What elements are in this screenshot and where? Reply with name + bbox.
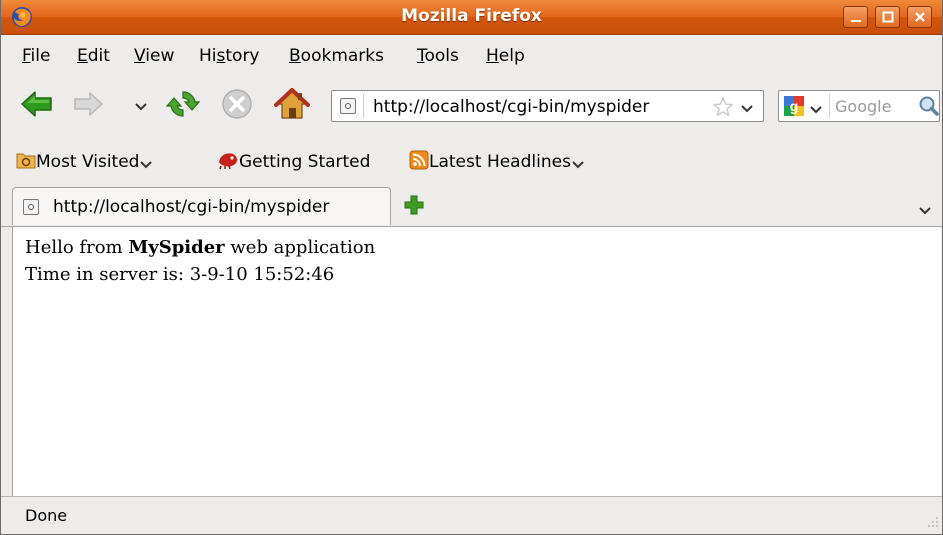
menu-tools[interactable]: Tools — [417, 46, 459, 66]
chevron-down-icon — [572, 161, 584, 169]
url-separator — [363, 94, 364, 118]
url-dropdown-button[interactable] — [740, 99, 754, 118]
menu-bookmarks[interactable]: Bookmarks — [289, 46, 384, 66]
google-g-icon: g — [784, 96, 804, 116]
server-time-text: Time in server is: 3-9-10 15:52:46 — [25, 264, 335, 285]
back-button[interactable] — [19, 87, 55, 125]
minimize-icon — [850, 20, 861, 22]
greeting-text: Hello from MySpider web application — [25, 237, 376, 258]
url-bar[interactable]: http://localhost/cgi-bin/myspider — [331, 90, 764, 122]
stop-button[interactable] — [220, 87, 254, 125]
tab-myspider[interactable]: http://localhost/cgi-bin/myspider — [12, 187, 391, 225]
search-input[interactable]: Google — [835, 97, 891, 116]
title-bar[interactable]: Mozilla Firefox — [1, 0, 942, 35]
menu-view[interactable]: View — [134, 46, 174, 66]
menu-history[interactable]: History — [199, 46, 260, 66]
chevron-down-icon — [741, 105, 753, 113]
chevron-down-icon — [140, 161, 153, 169]
svg-text:g: g — [790, 98, 799, 114]
chevron-down-icon — [919, 207, 931, 215]
bookmark-star-button[interactable] — [712, 96, 734, 122]
reload-icon — [165, 91, 201, 117]
bookmark-latest-headlines[interactable]: Latest Headlines — [409, 150, 585, 172]
minimize-button[interactable] — [843, 6, 868, 28]
stop-icon — [222, 89, 252, 119]
menu-file[interactable]: File — [22, 46, 50, 66]
menu-edit[interactable]: Edit — [77, 46, 110, 66]
folder-icon — [16, 153, 36, 169]
window-title: Mozilla Firefox — [401, 6, 542, 26]
chevron-down-icon — [810, 106, 822, 114]
navigation-toolbar: http://localhost/cgi-bin/myspider g Goog… — [1, 72, 942, 132]
forward-button[interactable] — [71, 87, 105, 125]
menu-help[interactable]: Help — [486, 46, 525, 66]
forward-arrow-icon — [74, 92, 103, 116]
plus-icon — [404, 195, 424, 215]
chevron-down-icon — [135, 103, 147, 111]
site-identity-icon[interactable] — [340, 98, 356, 114]
status-bar: Done — [1, 496, 942, 535]
close-button[interactable] — [907, 6, 932, 28]
search-go-button[interactable] — [918, 95, 940, 121]
app-name: MySpider — [128, 237, 225, 258]
search-engine-dropdown[interactable] — [809, 100, 823, 119]
status-text: Done — [25, 506, 68, 525]
new-tab-button[interactable] — [404, 195, 424, 219]
bookmarks-toolbar: Most Visited Getting Started Latest Head… — [1, 142, 942, 178]
maximize-icon — [882, 11, 893, 23]
star-icon — [713, 97, 733, 117]
url-input[interactable]: http://localhost/cgi-bin/myspider — [373, 97, 649, 117]
page-content: Hello from MySpider web application Time… — [12, 227, 941, 496]
rss-feed-icon — [409, 150, 429, 170]
firefox-window: Mozilla Firefox File Edit View History B… — [0, 0, 943, 535]
search-bar[interactable]: g Google — [778, 90, 940, 122]
search-engine-button[interactable]: g — [784, 96, 804, 116]
close-icon — [914, 12, 925, 22]
home-icon — [274, 88, 310, 119]
getting-started-icon — [219, 153, 237, 170]
bookmark-most-visited[interactable]: Most Visited — [16, 150, 153, 172]
search-separator — [829, 94, 830, 118]
reload-button[interactable] — [165, 87, 201, 125]
page-favicon-icon — [23, 199, 39, 215]
tab-strip: http://localhost/cgi-bin/myspider — [1, 185, 942, 227]
history-dropdown-button[interactable] — [134, 97, 148, 116]
resize-grip-icon[interactable] — [927, 513, 939, 532]
search-icon — [919, 96, 939, 116]
back-arrow-icon — [21, 91, 52, 117]
menu-bar: File Edit View History Bookmarks Tools H… — [1, 35, 942, 69]
home-button[interactable] — [274, 87, 310, 125]
list-all-tabs-button[interactable] — [918, 201, 932, 220]
maximize-button[interactable] — [875, 6, 900, 28]
tab-title: http://localhost/cgi-bin/myspider — [53, 197, 330, 217]
bookmark-getting-started[interactable]: Getting Started — [217, 150, 370, 172]
